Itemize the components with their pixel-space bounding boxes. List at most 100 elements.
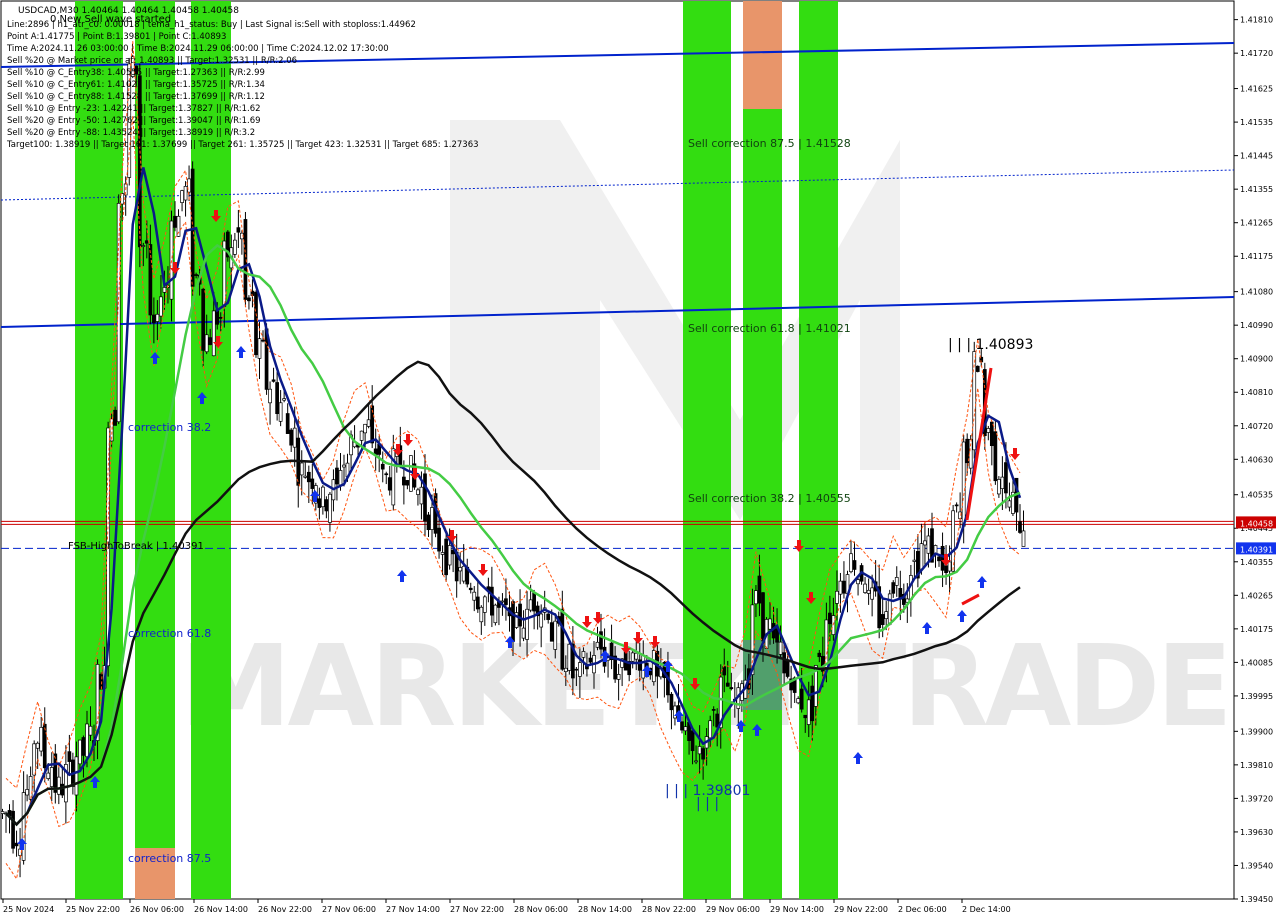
candle-body [532,592,536,612]
candle-body [148,244,153,316]
correction-38-label: correction 38.2 [128,421,211,434]
candle-body [152,314,156,324]
time-tick-label: 28 Nov 14:00 [578,905,632,914]
time-axis: 25 Nov 2024 25 Nov 22:00 26 Nov 06:00 26 No… [2,899,1011,914]
candle-body [380,463,385,470]
candle-body [437,527,441,552]
candle-body [947,561,952,572]
candle-body [856,579,860,585]
candle-body [173,215,177,228]
candle-body [588,657,593,663]
candle-body [518,603,522,627]
info-line: Target100: 1.38919 || Target 161: 1.3769… [6,140,479,150]
candle-body [159,296,163,317]
candle-body [321,486,325,508]
candle-body [521,627,526,639]
candle-body [25,789,29,796]
candle-body [419,486,424,505]
candle-body [28,776,33,800]
candle-body [384,473,389,476]
candle-body [680,721,684,731]
candle-body [1021,530,1026,547]
candle-body [479,606,484,623]
candle-body [711,709,716,711]
candle-body [144,240,149,244]
candle-body [299,462,304,476]
candle-body [257,338,262,359]
candle-body [482,596,487,613]
candle-body [504,598,508,605]
price-tick-label: 1.39450 [1240,895,1273,904]
candle-body [458,567,463,572]
candle-body [475,596,480,610]
candle-body [67,751,72,762]
candle-body [701,748,705,760]
candle-body [233,239,237,255]
candle-body [500,600,505,603]
candle-body [285,413,290,434]
info-line: Sell %20 @ Entry -88: 1.43524 || Target:… [7,128,255,138]
candle-body [884,611,889,620]
candle-body [690,730,695,752]
price-tick-label: 1.40900 [1240,355,1273,364]
correction-61-label: correction 61.8 [128,627,211,640]
candle-body [937,556,941,562]
candle-body [923,540,927,546]
price-tick-label: 1.40810 [1240,388,1273,397]
candle-body [778,641,783,655]
time-tick-label: 29 Nov 14:00 [770,905,824,914]
candle-body [46,772,51,779]
sell-correction-38-label: Sell correction 38.2 | 1.40555 [688,492,851,505]
time-tick-label: 29 Nov 22:00 [834,905,888,914]
candle-body [810,685,815,722]
time-tick-label: 27 Nov 22:00 [450,905,504,914]
candle-body [39,726,44,752]
candle-body [757,575,762,604]
fsb-label: FSB-HighToBreak | 1.40391 [68,541,204,552]
candle-body [363,423,367,434]
candle-body [1018,521,1022,533]
candle-body [81,737,86,756]
candle-body [919,543,924,570]
price-tick-label: 1.41445 [1240,152,1273,161]
price-tick-label: 1.41175 [1240,252,1273,261]
candle-body [993,431,998,482]
green-zone [743,1,782,899]
candle-body [275,382,279,415]
candle-body [11,810,15,849]
candle-body [402,476,406,486]
candle-body [549,622,554,642]
candle-body [60,783,65,796]
candle-body [796,698,801,704]
time-tick-label: 28 Nov 22:00 [642,905,696,914]
candle-body [894,577,899,586]
candle-body [78,739,82,765]
candle-body [88,725,93,736]
candle-body [461,565,466,582]
info-line: Sell %20 @ Entry -50: 1.42762 || Target:… [7,116,261,126]
time-tick-label: 27 Nov 14:00 [386,905,440,914]
candle-body [817,652,822,658]
candle-body [546,613,551,620]
sell-correction-61-label: Sell correction 61.8 | 1.41021 [688,322,851,335]
time-tick-label: 25 Nov 2024 [3,905,54,914]
chart-canvas[interactable]: MARKETZI TRADE Sell correction 87.5 | 1.… [0,0,1280,920]
candle-body [271,379,276,382]
candle-body [870,587,874,600]
candle-body [725,682,730,687]
time-tick-label: 29 Nov 06:00 [706,905,760,914]
price-tick-label: 1.40265 [1240,591,1273,600]
candle-body [141,245,146,247]
candle-body [997,479,1001,495]
candle-body [324,499,329,512]
candle-body [169,220,174,300]
candle-body [511,601,515,643]
time-tick-label: 2 Dec 14:00 [962,905,1011,914]
candle-body [162,287,167,293]
orange-zone [743,1,782,109]
candle-body [387,477,392,491]
candle-body [236,227,241,233]
candle-body [563,667,568,672]
candle-body [310,478,315,489]
candle-body [317,498,322,508]
